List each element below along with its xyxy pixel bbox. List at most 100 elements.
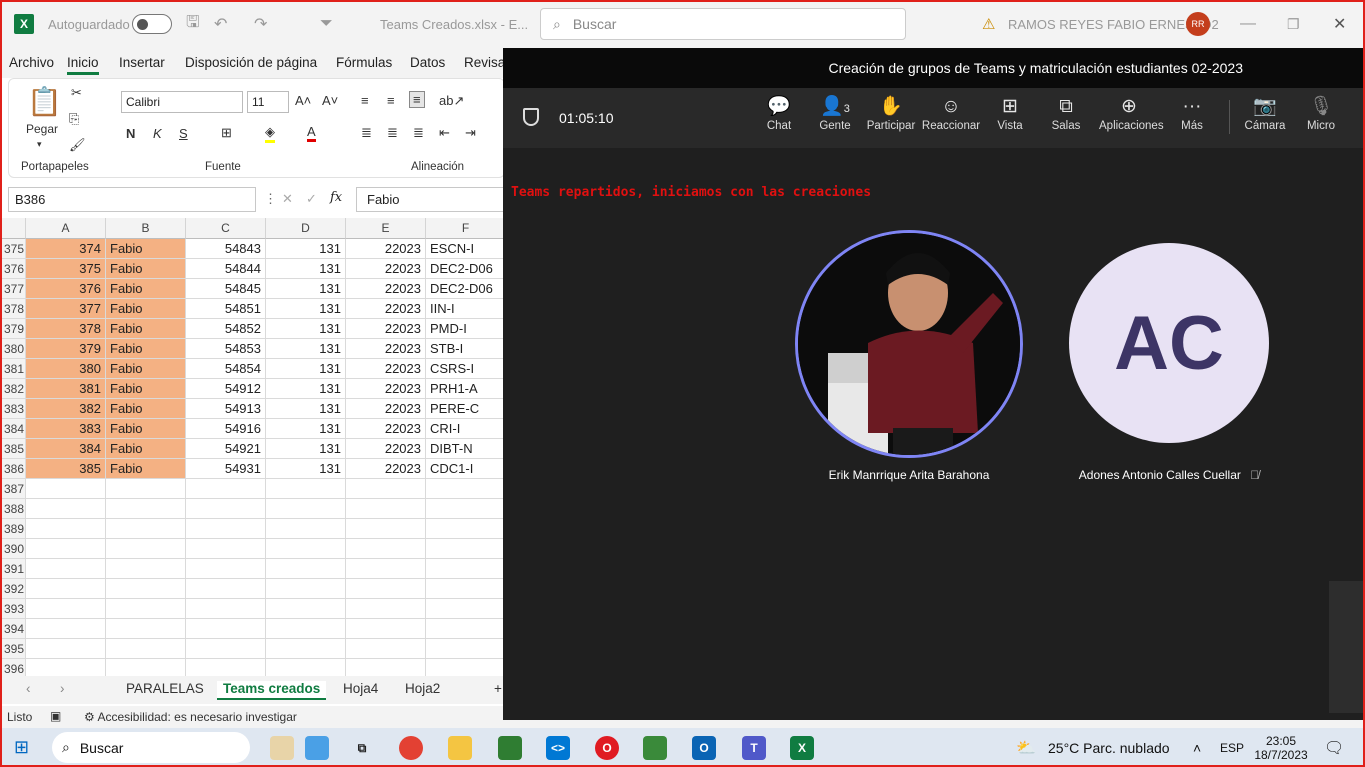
save-icon[interactable]: 🖫 [186, 0, 200, 48]
table-cell[interactable] [106, 499, 186, 519]
column-header[interactable]: B [106, 218, 186, 239]
paste-icon[interactable]: 📋 [27, 85, 62, 118]
row-header[interactable]: 382 [0, 379, 26, 399]
table-cell[interactable] [266, 559, 346, 579]
table-cell[interactable]: 131 [266, 259, 346, 279]
table-cell[interactable] [346, 479, 426, 499]
task-view-icon[interactable]: ⧉ [350, 736, 374, 760]
underline-button[interactable]: S [179, 126, 188, 141]
align-left-icon[interactable]: ≣ [361, 125, 372, 141]
table-cell[interactable]: 131 [266, 459, 346, 479]
table-cell[interactable]: 131 [266, 319, 346, 339]
snipping-icon[interactable] [498, 736, 522, 760]
table-cell[interactable]: DEC2-D06 [426, 279, 505, 299]
view-button[interactable]: ⊞ Vista [980, 96, 1040, 132]
tab-disposicion[interactable]: Disposición de página [185, 55, 317, 70]
table-cell[interactable] [346, 559, 426, 579]
table-cell[interactable]: Fabio [106, 319, 186, 339]
fill-color-icon[interactable]: ◈ [265, 124, 275, 143]
font-color-icon[interactable]: A [307, 124, 316, 142]
name-box[interactable]: B386 [8, 187, 256, 212]
row-header[interactable]: 392 [0, 579, 26, 599]
table-cell[interactable]: 22023 [346, 359, 426, 379]
prev-sheet-icon[interactable]: ‹ [26, 681, 31, 696]
table-cell[interactable] [266, 579, 346, 599]
table-cell[interactable]: 22023 [346, 319, 426, 339]
table-cell[interactable]: CSRS-I [426, 359, 505, 379]
row-header[interactable]: 394 [0, 619, 26, 639]
row-header[interactable]: 384 [0, 419, 26, 439]
row-header[interactable]: 391 [0, 559, 26, 579]
orientation-icon[interactable]: ab↗ [439, 93, 464, 109]
table-cell[interactable]: PERE-C [426, 399, 505, 419]
table-cell[interactable]: DIBT-N [426, 439, 505, 459]
table-cell[interactable]: Fabio [106, 399, 186, 419]
sheet-tab-teams-creados[interactable]: Teams creados [217, 681, 327, 700]
cut-icon[interactable]: ✂ [71, 85, 82, 101]
column-header[interactable]: C [186, 218, 266, 239]
align-top-icon[interactable]: ≡ [361, 93, 369, 108]
format-painter-icon[interactable]: 🖌 [69, 137, 86, 153]
raise-hand-button[interactable]: ✋ Participar [861, 96, 921, 132]
rooms-button[interactable]: ⧉ Salas [1036, 96, 1096, 132]
table-cell[interactable]: Fabio [106, 379, 186, 399]
indent-increase-icon[interactable]: ⇥ [465, 125, 476, 141]
table-cell[interactable]: 381 [26, 379, 106, 399]
minimize-icon[interactable]: — [1240, 0, 1256, 48]
taskbar-search[interactable]: ⌕ Buscar [52, 732, 250, 763]
row-header[interactable]: 388 [0, 499, 26, 519]
table-cell[interactable]: PMD-I [426, 319, 505, 339]
tab-formulas[interactable]: Fórmulas [336, 55, 392, 70]
table-cell[interactable]: 54854 [186, 359, 266, 379]
table-cell[interactable]: 22023 [346, 299, 426, 319]
font-name-select[interactable]: Calibri [121, 91, 243, 113]
chat-button[interactable]: 💬 Chat [749, 96, 809, 132]
table-cell[interactable]: 22023 [346, 399, 426, 419]
formula-input[interactable]: Fabio [356, 187, 505, 212]
table-cell[interactable] [266, 519, 346, 539]
sheet-tab-hoja4[interactable]: Hoja4 [343, 681, 378, 696]
table-cell[interactable] [106, 619, 186, 639]
table-cell[interactable]: 131 [266, 239, 346, 259]
table-cell[interactable] [26, 479, 106, 499]
borders-icon[interactable]: ⊞ [221, 125, 232, 141]
filter-icon[interactable]: ⏷ [320, 0, 333, 48]
table-cell[interactable]: 54844 [186, 259, 266, 279]
table-cell[interactable]: 22023 [346, 459, 426, 479]
table-cell[interactable]: DEC2-D06 [426, 259, 505, 279]
react-button[interactable]: ☺ Reaccionar [921, 96, 981, 132]
opera-icon[interactable]: O [595, 736, 619, 760]
table-cell[interactable] [346, 599, 426, 619]
row-header[interactable]: 378 [0, 299, 26, 319]
table-cell[interactable] [186, 599, 266, 619]
table-cell[interactable]: 131 [266, 379, 346, 399]
table-cell[interactable]: 22023 [346, 279, 426, 299]
table-cell[interactable]: 131 [266, 399, 346, 419]
align-bottom-icon[interactable]: ≡ [409, 91, 425, 108]
table-cell[interactable] [186, 499, 266, 519]
copilot-icon[interactable] [270, 736, 294, 760]
table-cell[interactable] [106, 579, 186, 599]
table-cell[interactable] [186, 539, 266, 559]
table-cell[interactable]: Fabio [106, 419, 186, 439]
outlook-icon[interactable]: O [692, 736, 716, 760]
row-header[interactable]: 387 [0, 479, 26, 499]
table-cell[interactable]: STB-I [426, 339, 505, 359]
table-cell[interactable]: 131 [266, 419, 346, 439]
table-cell[interactable]: 384 [26, 439, 106, 459]
table-cell[interactable]: 54845 [186, 279, 266, 299]
table-cell[interactable]: 379 [26, 339, 106, 359]
row-header[interactable]: 393 [0, 599, 26, 619]
sheet-tab-hoja2[interactable]: Hoja2 [405, 681, 440, 696]
table-cell[interactable] [106, 599, 186, 619]
table-cell[interactable] [266, 619, 346, 639]
tray-chevron-icon[interactable]: ˄ [1193, 728, 1201, 767]
table-cell[interactable] [26, 499, 106, 519]
scroll-panel[interactable] [1329, 581, 1365, 713]
table-cell[interactable] [26, 619, 106, 639]
table-cell[interactable]: Fabio [106, 239, 186, 259]
font-size-select[interactable]: 11 [247, 91, 289, 113]
redo-icon[interactable]: ↷ [254, 0, 267, 48]
table-cell[interactable] [346, 639, 426, 659]
table-cell[interactable] [426, 619, 505, 639]
